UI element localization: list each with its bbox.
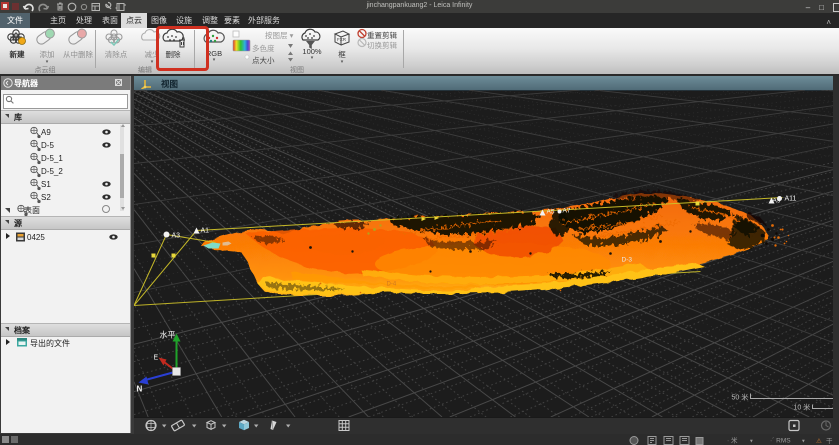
svg-text:10 米: 10 米 xyxy=(794,403,811,412)
svg-text:干: 干 xyxy=(826,437,833,445)
svg-text:⚠: ⚠ xyxy=(816,437,822,445)
svg-text:水平: 水平 xyxy=(160,330,176,340)
svg-text:FXR: FXR xyxy=(337,37,347,42)
svg-text:▾: ▾ xyxy=(802,439,805,445)
svg-text:A7: A7 xyxy=(563,208,571,215)
svg-text:· 米: · 米 xyxy=(727,436,738,445)
svg-text:A11: A11 xyxy=(785,196,797,203)
svg-text:50 米: 50 米 xyxy=(732,393,749,402)
svg-text:A9: A9 xyxy=(773,198,781,205)
svg-text:A3: A3 xyxy=(172,233,181,240)
svg-text:E: E xyxy=(154,355,159,362)
svg-text:·´ RMS: ·´ RMS xyxy=(770,438,791,445)
svg-text:▾: ▾ xyxy=(750,439,753,445)
svg-text:D-3: D-3 xyxy=(622,257,633,264)
svg-text:N: N xyxy=(137,385,143,394)
svg-text:A5: A5 xyxy=(547,209,555,216)
svg-text:A1: A1 xyxy=(201,228,210,235)
svg-text:D-4: D-4 xyxy=(387,282,397,288)
